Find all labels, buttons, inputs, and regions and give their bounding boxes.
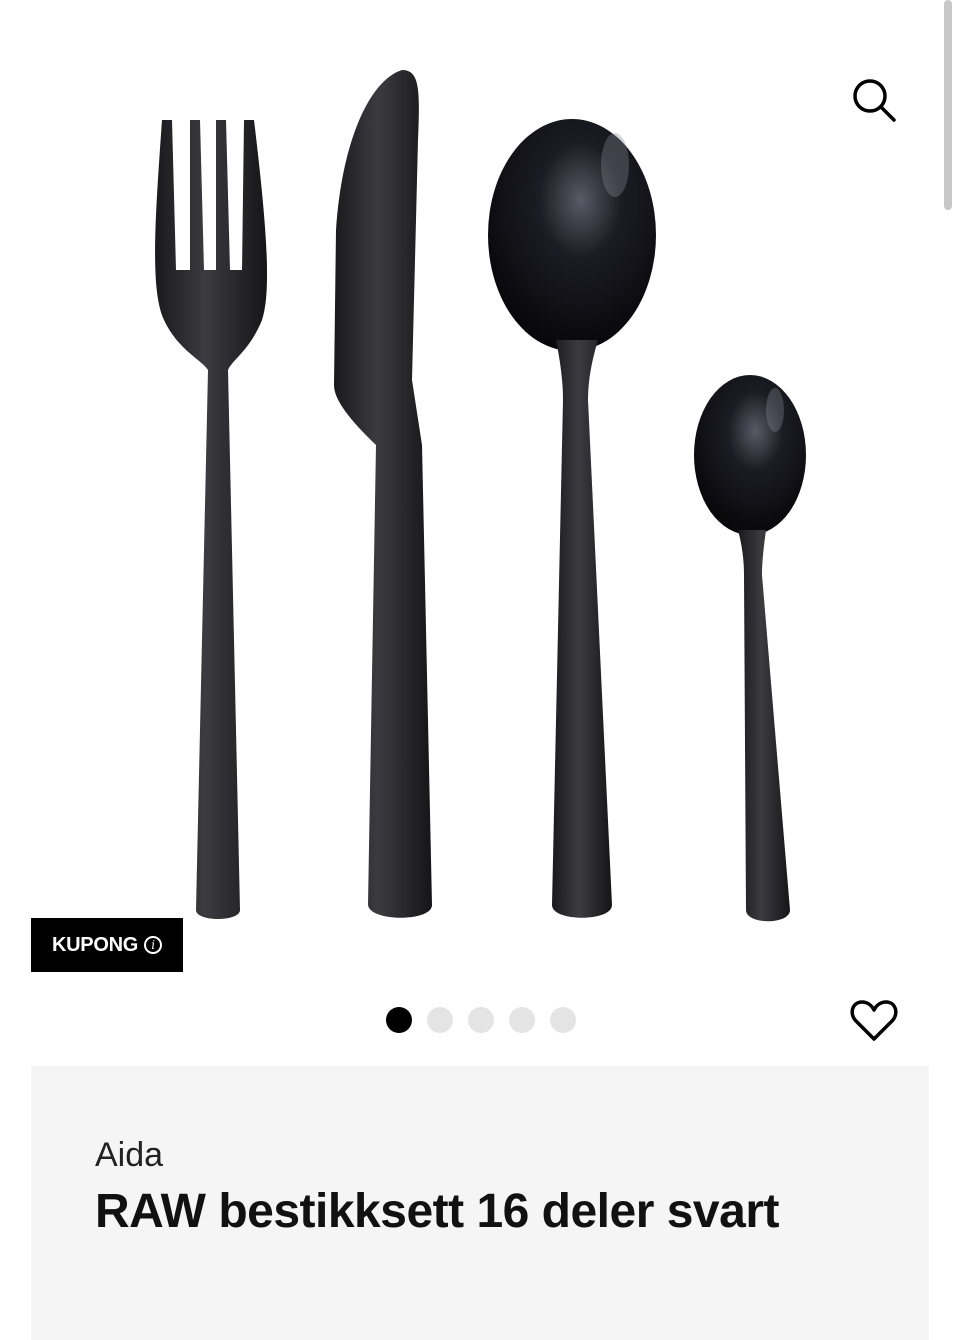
- add-to-favorites-button[interactable]: [848, 994, 900, 1046]
- scrollbar[interactable]: [944, 0, 952, 210]
- teaspoon-illustration: [694, 375, 806, 922]
- gallery-dot-2[interactable]: [427, 1007, 453, 1033]
- heart-outline-icon: [850, 1000, 898, 1041]
- gallery-pagination: [386, 1007, 576, 1033]
- product-info-panel: Aida RAW bestikksett 16 deler svart: [31, 1066, 929, 1340]
- gallery-dot-5[interactable]: [550, 1007, 576, 1033]
- gallery-dot-4[interactable]: [509, 1007, 535, 1033]
- search-button[interactable]: [846, 72, 902, 128]
- coupon-badge[interactable]: KUPONG i: [31, 918, 183, 972]
- search-icon: [853, 79, 896, 122]
- coupon-label: KUPONG: [52, 933, 138, 956]
- gallery-dot-3[interactable]: [468, 1007, 494, 1033]
- product-title: RAW bestikksett 16 deler svart: [95, 1185, 779, 1238]
- product-brand[interactable]: Aida: [95, 1136, 163, 1175]
- product-image: [155, 70, 806, 922]
- product-image-gallery[interactable]: [0, 0, 940, 990]
- info-icon[interactable]: i: [143, 936, 162, 954]
- spoon-illustration: [488, 119, 656, 918]
- info-glyph: i: [151, 938, 155, 952]
- fork-illustration: [155, 120, 268, 919]
- knife-illustration: [334, 70, 432, 918]
- gallery-dot-1[interactable]: [386, 1007, 412, 1033]
